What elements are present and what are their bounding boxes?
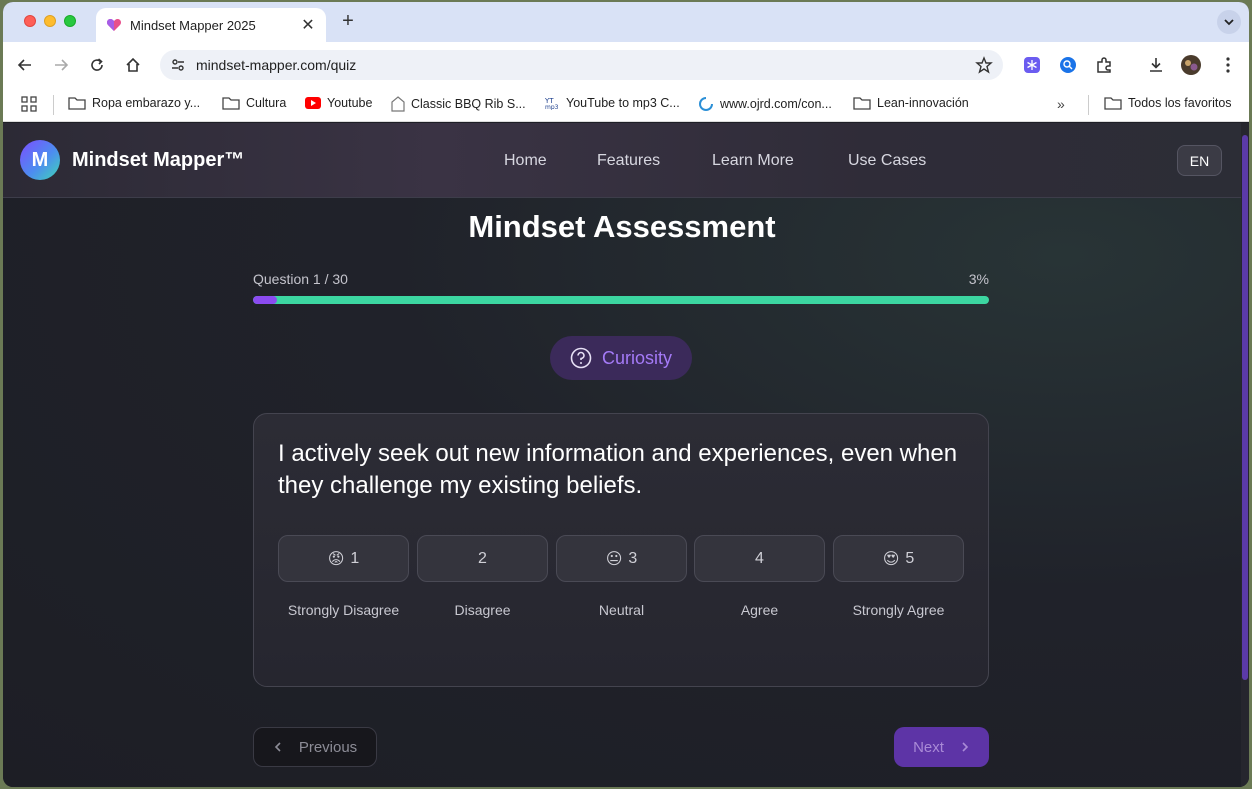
extension-search-icon xyxy=(1060,57,1076,73)
bookmark-3[interactable]: Classic BBQ Rib S... xyxy=(391,96,526,112)
more-bookmarks-button[interactable]: » xyxy=(1057,96,1065,112)
next-button[interactable]: Next xyxy=(894,727,989,767)
language-button[interactable]: EN xyxy=(1177,145,1222,176)
bookmark-4[interactable]: YT mp3 YouTube to mp3 C... xyxy=(544,96,680,110)
chevron-right-icon xyxy=(962,742,969,752)
tab-strip: Mindset Mapper 2025 ✕ + xyxy=(3,2,1249,42)
chevron-left-icon xyxy=(274,742,281,752)
bookmark-2[interactable]: Youtube xyxy=(305,96,372,110)
tab-title: Mindset Mapper 2025 xyxy=(130,17,256,33)
more-vertical-icon xyxy=(1226,57,1230,73)
bookmark-6[interactable]: Lean-innovación xyxy=(853,96,969,110)
answer-option-2[interactable]: 2 xyxy=(417,535,548,582)
logo-badge[interactable]: M xyxy=(20,140,60,180)
apps-grid-icon xyxy=(21,96,37,112)
category-label: Curiosity xyxy=(601,347,672,368)
address-bar[interactable]: mindset-mapper.com/quiz xyxy=(160,50,1003,80)
arrow-left-icon xyxy=(17,59,31,71)
all-bookmarks-folder[interactable]: Todos los favoritos xyxy=(1104,96,1232,110)
back-button[interactable] xyxy=(15,55,35,75)
profile-button[interactable] xyxy=(1181,55,1201,75)
bookmark-0[interactable]: Ropa embarazo y... xyxy=(68,96,200,110)
browser-window: Mindset Mapper 2025 ✕ + mindset-mapper.c… xyxy=(3,2,1249,787)
option-label-5: Strongly Agree xyxy=(852,602,945,618)
option-label-2: Disagree xyxy=(454,602,511,618)
puzzle-icon xyxy=(1097,57,1111,73)
extensions-button[interactable] xyxy=(1094,55,1114,75)
extension-2-button[interactable] xyxy=(1058,55,1078,75)
bookmarks-bar: Ropa embarazo y... Cultura Youtube Class… xyxy=(3,88,1249,122)
category-badge: Curiosity xyxy=(550,336,692,380)
option-label-4: Agree xyxy=(740,602,779,618)
web-page: M Mindset Mapper™ Home Features Learn Mo… xyxy=(3,123,1249,787)
home-button[interactable] xyxy=(123,55,143,75)
chevron-down-icon xyxy=(1224,19,1234,26)
site-settings-icon[interactable] xyxy=(170,57,186,73)
question-text: I actively seek out new information and … xyxy=(278,440,958,499)
avatar xyxy=(1181,55,1201,75)
new-tab-button[interactable]: + xyxy=(337,10,359,33)
apps-button[interactable] xyxy=(21,96,43,112)
reload-button[interactable] xyxy=(87,55,107,75)
tab-close-icon[interactable]: ✕ xyxy=(300,15,316,35)
scrollbar-thumb[interactable] xyxy=(1242,135,1248,680)
folder-icon xyxy=(853,97,871,110)
brand-name[interactable]: Mindset Mapper™ xyxy=(72,149,244,172)
tab-search-button[interactable] xyxy=(1217,10,1241,34)
bookmark-5[interactable]: www.ojrd.com/con... xyxy=(698,96,832,112)
minimize-window-button[interactable] xyxy=(44,15,56,27)
nav-link-use-cases[interactable]: Use Cases xyxy=(848,152,926,170)
progress-percent: 3% xyxy=(968,271,989,287)
nav-link-home[interactable]: Home xyxy=(504,152,547,170)
nav-link-features[interactable]: Features xyxy=(597,152,660,170)
answer-option-5[interactable]: 😍 5 xyxy=(833,535,964,582)
option-label-1: Strongly Disagree xyxy=(287,602,400,618)
browser-toolbar: mindset-mapper.com/quiz xyxy=(3,42,1249,88)
double-chevron-right-icon: » xyxy=(1057,96,1065,112)
bookmark-1[interactable]: Cultura xyxy=(222,96,286,110)
folder-icon xyxy=(68,97,86,110)
site-navbar: M Mindset Mapper™ Home Features Learn Mo… xyxy=(3,123,1241,198)
svg-text:mp3: mp3 xyxy=(545,104,559,110)
site-icon xyxy=(391,96,405,112)
download-icon xyxy=(1150,58,1162,72)
progress-bar xyxy=(253,296,989,304)
question-circle-icon xyxy=(570,347,592,369)
bookmark-star-icon[interactable] xyxy=(975,56,993,74)
reload-icon xyxy=(91,58,103,71)
close-window-button[interactable] xyxy=(24,15,36,27)
yt-mp3-icon: YTmp3 xyxy=(544,97,559,110)
browser-menu-button[interactable] xyxy=(1218,55,1238,75)
heart-favicon-icon xyxy=(106,19,122,31)
downloads-button[interactable] xyxy=(1146,55,1166,75)
page-title: Mindset Assessment xyxy=(468,209,776,244)
neutral-face-icon: 😐 xyxy=(605,550,623,568)
progress-bar-fill xyxy=(253,296,278,304)
maximize-window-button[interactable] xyxy=(64,15,76,27)
active-tab[interactable]: Mindset Mapper 2025 ✕ xyxy=(96,8,326,42)
arrow-right-icon xyxy=(55,59,69,71)
url-text: mindset-mapper.com/quiz xyxy=(196,57,357,73)
answer-option-4[interactable]: 4 xyxy=(694,535,825,582)
folder-icon xyxy=(222,97,240,110)
extension-snowflake-icon xyxy=(1024,57,1040,73)
question-counter: Question 1 / 30 xyxy=(253,271,348,287)
youtube-icon xyxy=(305,97,321,109)
question-card: I actively seek out new information and … xyxy=(253,413,989,687)
option-label-3: Neutral xyxy=(598,602,645,618)
ojrd-icon xyxy=(699,97,713,111)
angry-face-icon: 😡 xyxy=(327,550,345,568)
nav-link-learn-more[interactable]: Learn More xyxy=(712,152,794,170)
extension-1-button[interactable] xyxy=(1022,55,1042,75)
answer-option-3[interactable]: 😐 3 xyxy=(556,535,687,582)
answer-option-1[interactable]: 😡 1 xyxy=(278,535,409,582)
previous-button[interactable]: Previous xyxy=(253,727,377,767)
home-icon xyxy=(126,57,140,72)
folder-icon xyxy=(1104,97,1122,110)
page-scrollbar[interactable] xyxy=(1241,123,1249,787)
forward-button[interactable] xyxy=(51,55,71,75)
heart-eyes-face-icon: 😍 xyxy=(882,550,900,568)
